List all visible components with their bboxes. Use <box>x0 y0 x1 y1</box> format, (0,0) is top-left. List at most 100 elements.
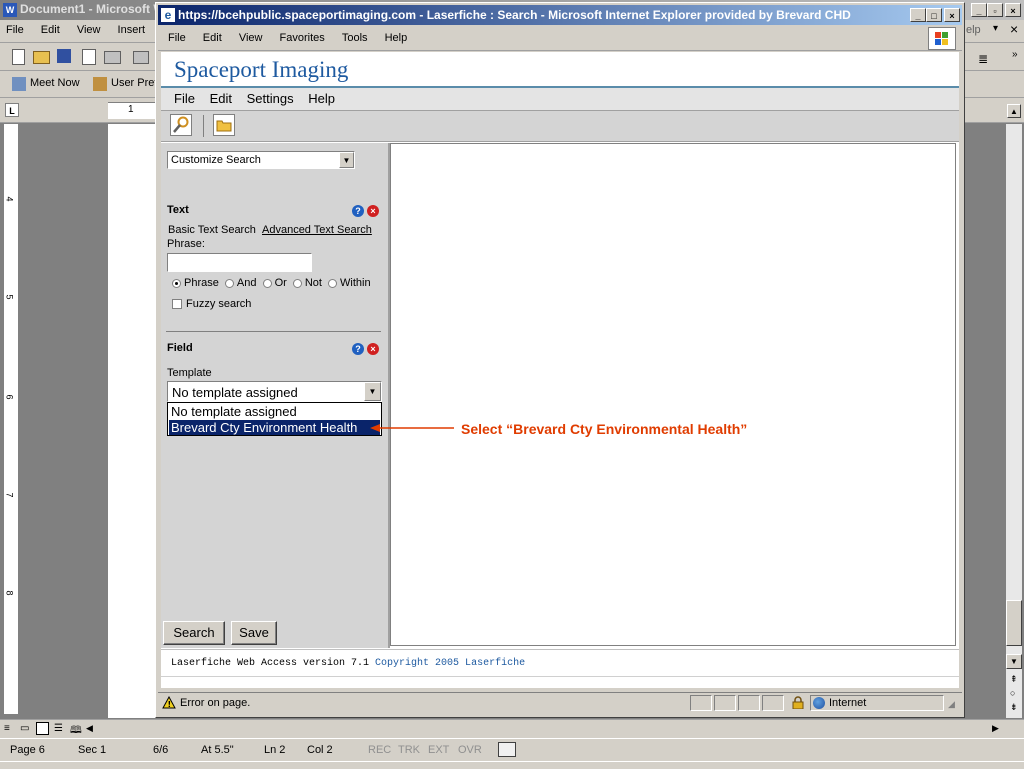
app-menu-edit[interactable]: Edit <box>210 91 232 106</box>
scroll-up-button[interactable]: ▲ <box>1007 104 1021 118</box>
advanced-text-search-link[interactable]: Advanced Text Search <box>262 224 372 236</box>
radio-within[interactable]: Within <box>328 277 371 289</box>
footer-version: Laserfiche Web Access version 7.1 <box>171 658 376 669</box>
globe-icon <box>813 697 825 709</box>
remove-icon[interactable]: × <box>367 205 379 217</box>
ie-menu-tools[interactable]: Tools <box>342 32 368 44</box>
next-page-icon[interactable]: ⇟ <box>1010 702 1018 713</box>
browse-folder-icon[interactable] <box>213 114 235 136</box>
meet-now-button[interactable]: Meet Now <box>30 77 80 89</box>
word-minimize-button[interactable]: _ <box>971 3 987 17</box>
status-panel-4 <box>762 695 784 711</box>
footer: Laserfiche Web Access version 7.1 Copyri… <box>161 649 959 676</box>
field-section-title: Field <box>167 342 193 354</box>
chevron-down-icon[interactable]: ▼ <box>339 152 354 168</box>
search-button[interactable]: Search <box>163 621 225 645</box>
scroll-left-icon[interactable]: ◀ <box>86 723 93 734</box>
vruler-mark-7: 7 <box>4 492 15 498</box>
ie-menu-view[interactable]: View <box>239 32 263 44</box>
status-pages: 6/6 <box>153 744 169 756</box>
outline-view-icon[interactable]: ☰ <box>54 723 63 734</box>
status-trk[interactable]: TRK <box>398 744 420 756</box>
scroll-down-button[interactable]: ▼ <box>1006 654 1022 669</box>
spelling-book-icon[interactable] <box>498 742 516 757</box>
radio-not[interactable]: Not <box>292 277 322 289</box>
word-menu-view[interactable]: View <box>77 24 101 36</box>
word-help-box-partial[interactable]: elp <box>966 24 981 36</box>
word-title: Document1 - Microsoft W <box>20 2 165 16</box>
radio-or[interactable]: Or <box>262 277 287 289</box>
warning-icon[interactable]: ! <box>162 695 176 709</box>
permission-icon[interactable] <box>82 49 96 65</box>
resize-grip-icon[interactable]: ◢ <box>948 699 955 710</box>
status-page: Page 6 <box>10 744 45 756</box>
basic-text-search-label[interactable]: Basic Text Search <box>168 224 256 236</box>
status-ext[interactable]: EXT <box>428 744 449 756</box>
customize-search-select[interactable]: Customize Search ▼ <box>167 151 355 169</box>
word-menu-file[interactable]: File <box>6 24 24 36</box>
footer-copyright-link[interactable]: Copyright 2005 Laserfiche <box>375 658 525 669</box>
align-icon[interactable]: ≣ <box>978 52 988 66</box>
ie-minimize-button[interactable]: _ <box>910 8 926 22</box>
save-button[interactable]: Save <box>231 621 277 645</box>
scroll-right-icon[interactable]: ▶ <box>992 723 999 734</box>
ie-menu-edit[interactable]: Edit <box>203 32 222 44</box>
template-option-none[interactable]: No template assigned <box>169 404 380 419</box>
status-ovr[interactable]: OVR <box>458 744 482 756</box>
status-col: Col 2 <box>307 744 333 756</box>
tab-selector[interactable]: L <box>5 103 19 117</box>
ie-maximize-button[interactable]: □ <box>926 8 942 22</box>
user-pref-button[interactable]: User Pref <box>111 77 157 89</box>
search-panel: Customize Search ▼ Text ? × Basic Text S… <box>161 143 390 648</box>
app-menu-help[interactable]: Help <box>308 91 335 106</box>
ie-menu-file[interactable]: File <box>168 32 186 44</box>
print-icon[interactable] <box>104 51 121 64</box>
app-menu-file[interactable]: File <box>174 91 195 106</box>
open-folder-icon[interactable] <box>33 51 50 64</box>
lock-icon[interactable] <box>792 696 804 710</box>
template-chevron-down-icon[interactable]: ▼ <box>364 382 381 401</box>
print-view-icon[interactable] <box>36 722 49 735</box>
word-menu-edit[interactable]: Edit <box>41 24 60 36</box>
word-menu-insert[interactable]: Insert <box>118 24 146 36</box>
footer-rule <box>161 676 959 677</box>
ie-menu-help[interactable]: Help <box>385 32 408 44</box>
field-help-icon[interactable]: ? <box>352 343 364 355</box>
word-help-dropdown-icon[interactable]: ▾ <box>993 23 998 34</box>
word-close-button[interactable]: × <box>1005 3 1021 17</box>
word-doc-close-icon[interactable]: × <box>1010 21 1018 37</box>
status-rec[interactable]: REC <box>368 744 391 756</box>
toolbar-overflow-icon[interactable]: » <box>1012 49 1018 60</box>
search-magnifier-icon[interactable] <box>170 114 192 136</box>
radio-phrase[interactable]: Phrase <box>172 277 219 289</box>
web-view-icon[interactable]: ▭ <box>20 723 29 734</box>
status-error-text[interactable]: Error on page. <box>180 697 250 709</box>
prev-page-icon[interactable]: ⇞ <box>1010 674 1018 685</box>
normal-view-icon[interactable]: ≡ <box>4 723 10 734</box>
ie-close-button[interactable]: × <box>944 8 960 22</box>
fuzzy-search-checkbox[interactable]: Fuzzy search <box>172 298 251 310</box>
app-menu-bar: File Edit Settings Help <box>161 88 959 111</box>
word-document-page[interactable] <box>108 124 160 718</box>
template-option-brevard[interactable]: Brevard Cty Environment Health <box>169 420 380 435</box>
word-view-bar: ≡ ▭ ☰ 🕮 ◀ ▶ <box>0 719 1024 738</box>
text-section-title: Text <box>167 204 189 216</box>
word-vertical-scrollbar[interactable]: ▼ ⇞ ○ ⇟ <box>1006 124 1022 718</box>
status-panel-1 <box>690 695 712 711</box>
results-pane[interactable] <box>390 143 956 646</box>
app-menu-settings[interactable]: Settings <box>247 91 294 106</box>
new-doc-icon[interactable] <box>12 49 25 65</box>
save-disk-icon[interactable] <box>57 49 71 63</box>
ie-menu-items: File Edit View Favorites Tools Help <box>168 32 421 44</box>
field-remove-icon[interactable]: × <box>367 343 379 355</box>
help-icon[interactable]: ? <box>352 205 364 217</box>
print-preview-icon[interactable] <box>133 51 149 64</box>
phrase-input[interactable] <box>167 253 312 272</box>
browse-object-icon[interactable]: ○ <box>1010 688 1015 698</box>
word-restore-button[interactable]: ▫ <box>987 3 1003 17</box>
radio-and[interactable]: And <box>224 277 257 289</box>
scrollbar-thumb[interactable] <box>1006 600 1022 646</box>
zone-panel: Internet <box>810 695 944 711</box>
ie-menu-favorites[interactable]: Favorites <box>280 32 325 44</box>
template-select[interactable]: No template assigned ▼ <box>167 381 382 402</box>
